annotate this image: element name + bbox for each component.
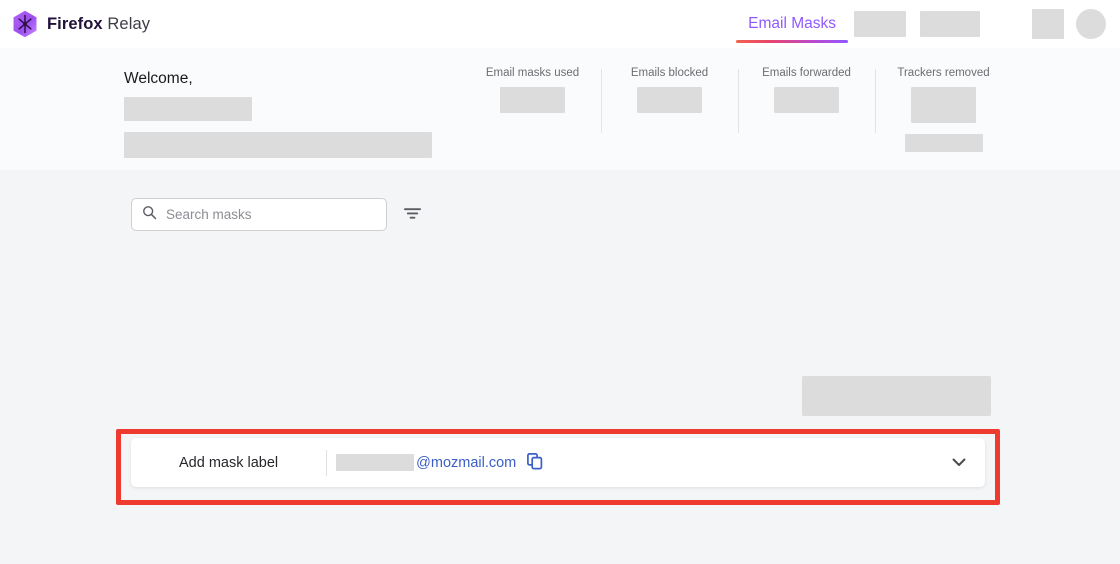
main-navigation: Email Masks (736, 0, 1106, 48)
stat-value-placeholder (500, 87, 565, 113)
mask-address: @mozmail.com (336, 454, 516, 471)
welcome-title: Welcome, (124, 70, 193, 87)
stat-label: Emails blocked (630, 67, 709, 79)
stat-value-placeholder (774, 87, 839, 113)
filter-button[interactable] (401, 204, 423, 226)
firefox-relay-hexagon-logo-icon (12, 10, 38, 38)
generate-new-mask-button[interactable] (802, 376, 991, 416)
welcome-block: Welcome, (124, 58, 464, 158)
stat-value-placeholder (911, 87, 976, 123)
nav-tab-email-masks-label: Email Masks (748, 15, 836, 32)
stat-emails-blocked: Emails blocked (601, 67, 738, 133)
copy-icon (527, 452, 543, 473)
stat-email-masks-used: Email masks used (464, 67, 601, 113)
active-tab-underline (736, 40, 848, 43)
brand-name-bold: Firefox (47, 14, 103, 33)
mask-toolbar (0, 170, 1120, 231)
stat-subvalue-placeholder (904, 134, 983, 152)
user-email-placeholder (124, 132, 432, 158)
mask-address-local-placeholder (336, 454, 415, 471)
user-avatar[interactable] (1076, 9, 1106, 39)
mask-address-domain: @mozmail.com (416, 454, 517, 471)
search-icon (142, 205, 157, 225)
nav-item-placeholder-1[interactable] (854, 11, 906, 37)
user-name-placeholder (124, 97, 252, 121)
search-masks-field[interactable] (131, 198, 387, 231)
app-header: Firefox Relay Email Masks (0, 0, 1120, 48)
stat-value-placeholder (637, 87, 702, 113)
mask-divider (326, 449, 328, 476)
search-input[interactable] (166, 207, 376, 222)
expand-mask-button[interactable] (947, 451, 971, 475)
stat-label: Emails forwarded (762, 67, 851, 79)
copy-mask-button[interactable] (527, 452, 543, 473)
nav-action-placeholder[interactable] (1032, 9, 1064, 39)
brand-name: Firefox Relay (47, 15, 150, 34)
nav-item-placeholder-2[interactable] (920, 11, 980, 37)
stat-trackers-removed: Trackers removed (875, 67, 1012, 152)
stat-label: Trackers removed (897, 67, 990, 79)
mask-row-card[interactable]: Add mask label @mozmail.com (131, 438, 985, 487)
nav-tab-email-masks[interactable]: Email Masks (736, 0, 848, 48)
brand-name-light: Relay (107, 14, 151, 33)
brand-logo[interactable]: Firefox Relay (12, 10, 150, 38)
stats-row: Email masks used Emails blocked Emails f… (464, 67, 1012, 152)
hero-section: Welcome, Email masks used Emails blocked… (0, 48, 1120, 170)
add-mask-label-button[interactable]: Add mask label (179, 455, 278, 471)
filter-icon (403, 206, 421, 223)
chevron-down-icon (952, 455, 966, 470)
main-content: Add mask label @mozmail.com (0, 170, 1120, 564)
stat-label: Email masks used (485, 67, 580, 79)
stat-emails-forwarded: Emails forwarded (738, 67, 875, 133)
